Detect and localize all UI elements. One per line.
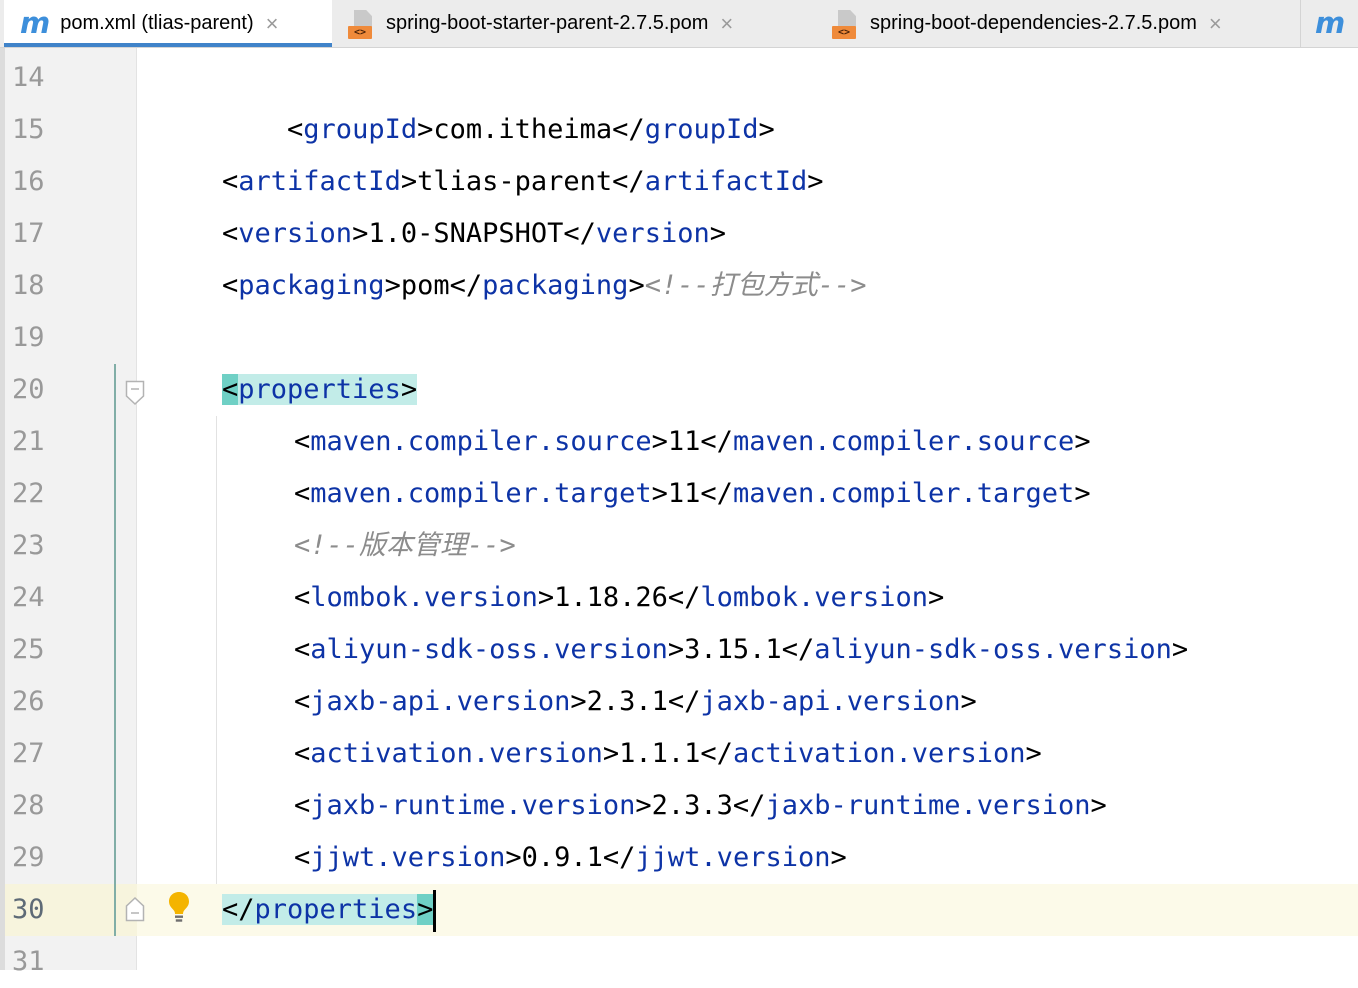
maven-icon: m — [20, 6, 51, 40]
code-line-30: </properties> — [222, 884, 437, 936]
xml-tag-name: properties — [254, 894, 418, 925]
pom-file-icon: <> — [832, 9, 860, 39]
code-line-16: <artifactId>tlias-parent</artifactId> — [222, 166, 824, 197]
tab-pom-xml[interactable]: m pom.xml (tlias-parent) × — [4, 0, 332, 47]
close-icon[interactable]: × — [720, 11, 733, 37]
tab-spring-boot-dependencies[interactable]: <> spring-boot-dependencies-2.7.5.pom × — [832, 0, 1294, 47]
line-number: 25 — [12, 634, 45, 665]
line-number: 29 — [12, 842, 45, 873]
xml-comment: <!--打包方式--> — [644, 270, 867, 301]
xml-value: 1.1.1 — [619, 738, 701, 769]
code-line-23: <!--版本管理--> — [294, 530, 516, 561]
tab-spring-boot-starter-parent[interactable]: <> spring-boot-starter-parent-2.7.5.pom … — [348, 0, 808, 47]
line-number: 17 — [12, 218, 45, 249]
xml-tag-name: aliyun-sdk-oss.version — [310, 634, 668, 665]
xml-tag-name: properties — [238, 374, 401, 405]
xml-tag-name: version — [595, 218, 710, 249]
xml-tag-name: groupId — [644, 114, 759, 145]
line-number: 14 — [12, 62, 45, 93]
xml-tag-name: maven.compiler.source — [732, 426, 1075, 457]
xml-tag-name: artifactId — [644, 166, 808, 197]
xml-tag-name: jaxb-runtime.version — [765, 790, 1091, 821]
editor-tab-bar: m pom.xml (tlias-parent) × <> spring-boo… — [0, 0, 1358, 48]
indent-guide — [216, 416, 217, 884]
line-number: 27 — [12, 738, 45, 769]
xml-value: 3.15.1 — [684, 634, 782, 665]
text-caret — [433, 889, 437, 932]
code-line-21: <maven.compiler.source>11</maven.compile… — [294, 426, 1091, 457]
line-number: 30 — [12, 894, 45, 925]
code-editor[interactable]: 14 15 16 17 18 19 20 21 22 23 24 25 26 2… — [0, 48, 1358, 977]
xml-value: com.itheima — [433, 114, 613, 145]
xml-value: 2.3.3 — [651, 790, 733, 821]
code-line-24: <lombok.version>1.18.26</lombok.version> — [294, 582, 945, 613]
xml-tag-name: jjwt.version — [310, 842, 506, 873]
code-line-26: <jaxb-api.version>2.3.1</jaxb-api.versio… — [294, 686, 977, 717]
line-number: 16 — [12, 166, 45, 197]
xml-tag-name: maven.compiler.source — [310, 426, 652, 457]
line-number: 28 — [12, 790, 45, 821]
xml-tag-name: version — [238, 218, 353, 249]
code-line-27: <activation.version>1.1.1</activation.ve… — [294, 738, 1042, 769]
line-number: 21 — [12, 426, 45, 457]
xml-value: 11 — [667, 426, 701, 457]
xml-value: tlias-parent — [417, 166, 613, 197]
line-number: 22 — [12, 478, 45, 509]
code-line-28: <jaxb-runtime.version>2.3.3</jaxb-runtim… — [294, 790, 1107, 821]
vcs-change-marker[interactable] — [114, 364, 116, 936]
code-line-17: <version>1.0-SNAPSHOT</version> — [222, 218, 726, 249]
xml-value: 2.3.1 — [586, 686, 668, 717]
close-icon[interactable]: × — [1209, 11, 1222, 37]
current-line-highlight — [0, 884, 1358, 936]
line-number: 20 — [12, 374, 45, 405]
code-line-25: <aliyun-sdk-oss.version>3.15.1</aliyun-s… — [294, 634, 1189, 665]
fold-end-icon[interactable] — [125, 896, 145, 922]
line-number: 19 — [12, 322, 45, 353]
line-number: 18 — [12, 270, 45, 301]
xml-tag-name: jjwt.version — [635, 842, 831, 873]
xml-tag-name: activation.version — [732, 738, 1026, 769]
lightbulb-icon[interactable] — [166, 890, 192, 924]
xml-tag-name: activation.version — [310, 738, 603, 769]
xml-value: 0.9.1 — [521, 842, 603, 873]
tab-overflow-maven[interactable]: m — [1300, 0, 1358, 47]
xml-tag-name: groupId — [303, 114, 418, 145]
line-number: 23 — [12, 530, 45, 561]
tab-label: spring-boot-starter-parent-2.7.5.pom — [386, 12, 709, 34]
tab-label: pom.xml (tlias-parent) — [60, 12, 254, 34]
tab-label: spring-boot-dependencies-2.7.5.pom — [870, 12, 1197, 34]
maven-icon: m — [1315, 6, 1346, 40]
xml-value: 1.18.26 — [554, 582, 668, 613]
xml-tag-name: aliyun-sdk-oss.version — [814, 634, 1172, 665]
xml-value: 11 — [667, 478, 701, 509]
xml-value: 1.0-SNAPSHOT — [368, 218, 564, 249]
code-line-18: <packaging>pom</packaging><!--打包方式--> — [222, 270, 867, 301]
code-line-22: <maven.compiler.target>11</maven.compile… — [294, 478, 1091, 509]
line-number: 31 — [12, 946, 45, 977]
code-line-20: <properties> — [222, 374, 418, 405]
xml-tag-name: maven.compiler.target — [732, 478, 1075, 509]
xml-value: pom — [400, 270, 450, 301]
xml-tag-name: artifactId — [238, 166, 401, 197]
xml-tag-name: packaging — [238, 270, 385, 301]
code-line-29: <jjwt.version>0.9.1</jjwt.version> — [294, 842, 847, 873]
line-number: 24 — [12, 582, 45, 613]
xml-tag-name: packaging — [482, 270, 629, 301]
editor-left-edge — [0, 48, 5, 970]
close-icon[interactable]: × — [266, 11, 279, 37]
xml-tag-name: jaxb-api.version — [700, 686, 961, 717]
code-line-15: <groupId>com.itheima</groupId> — [287, 114, 775, 145]
xml-tag-name: lombok.version — [310, 582, 538, 613]
xml-tag-name: jaxb-runtime.version — [310, 790, 636, 821]
xml-tag-name: maven.compiler.target — [310, 478, 652, 509]
line-number: 15 — [12, 114, 45, 145]
pom-file-icon: <> — [348, 9, 376, 39]
xml-tag-name: jaxb-api.version — [310, 686, 571, 717]
line-number: 26 — [12, 686, 45, 717]
fold-collapse-icon[interactable] — [125, 380, 145, 406]
xml-tag-name: lombok.version — [700, 582, 928, 613]
